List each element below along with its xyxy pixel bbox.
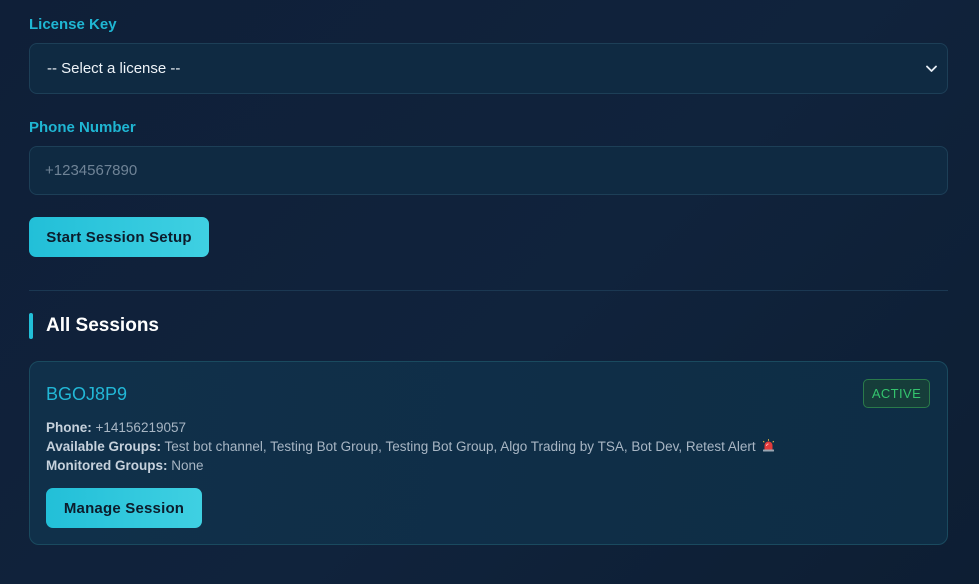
start-session-setup-button[interactable]: Start Session Setup (29, 217, 209, 257)
session-phone-line: Phone: +14156219057 (46, 420, 186, 435)
license-key-label: License Key (29, 16, 117, 33)
status-badge: ACTIVE (863, 379, 930, 408)
phone-value: +14156219057 (95, 420, 186, 435)
phone-number-placeholder: +1234567890 (45, 162, 138, 179)
monitored-groups-label: Monitored Groups: (46, 458, 168, 473)
phone-number-input[interactable]: +1234567890 (29, 146, 948, 195)
monitored-groups-line: Monitored Groups: None (46, 458, 204, 473)
license-select-value: -- Select a license -- (47, 60, 181, 77)
monitored-groups-value: None (171, 458, 204, 473)
section-divider (29, 290, 948, 291)
rotating-light-icon (762, 439, 775, 452)
available-groups-label: Available Groups: (46, 439, 162, 454)
available-groups-line: Available Groups: Test bot channel, Test… (46, 439, 775, 454)
phone-field-label: Phone: (46, 420, 92, 435)
session-setup-page: License Key -- Select a license -- Phone… (0, 0, 979, 584)
all-sessions-title: All Sessions (46, 315, 159, 336)
session-id: BGOJ8P9 (46, 384, 128, 404)
manage-session-button[interactable]: Manage Session (46, 488, 202, 528)
session-card: BGOJ8P9 ACTIVE Phone: +14156219057 Avail… (29, 361, 948, 545)
chevron-down-icon (925, 63, 937, 75)
license-select[interactable]: -- Select a license -- (29, 43, 948, 94)
heading-accent-bar (29, 313, 33, 339)
phone-number-label: Phone Number (29, 119, 136, 136)
all-sessions-heading: All Sessions (29, 313, 159, 339)
available-groups-value: Test bot channel, Testing Bot Group, Tes… (164, 439, 756, 454)
